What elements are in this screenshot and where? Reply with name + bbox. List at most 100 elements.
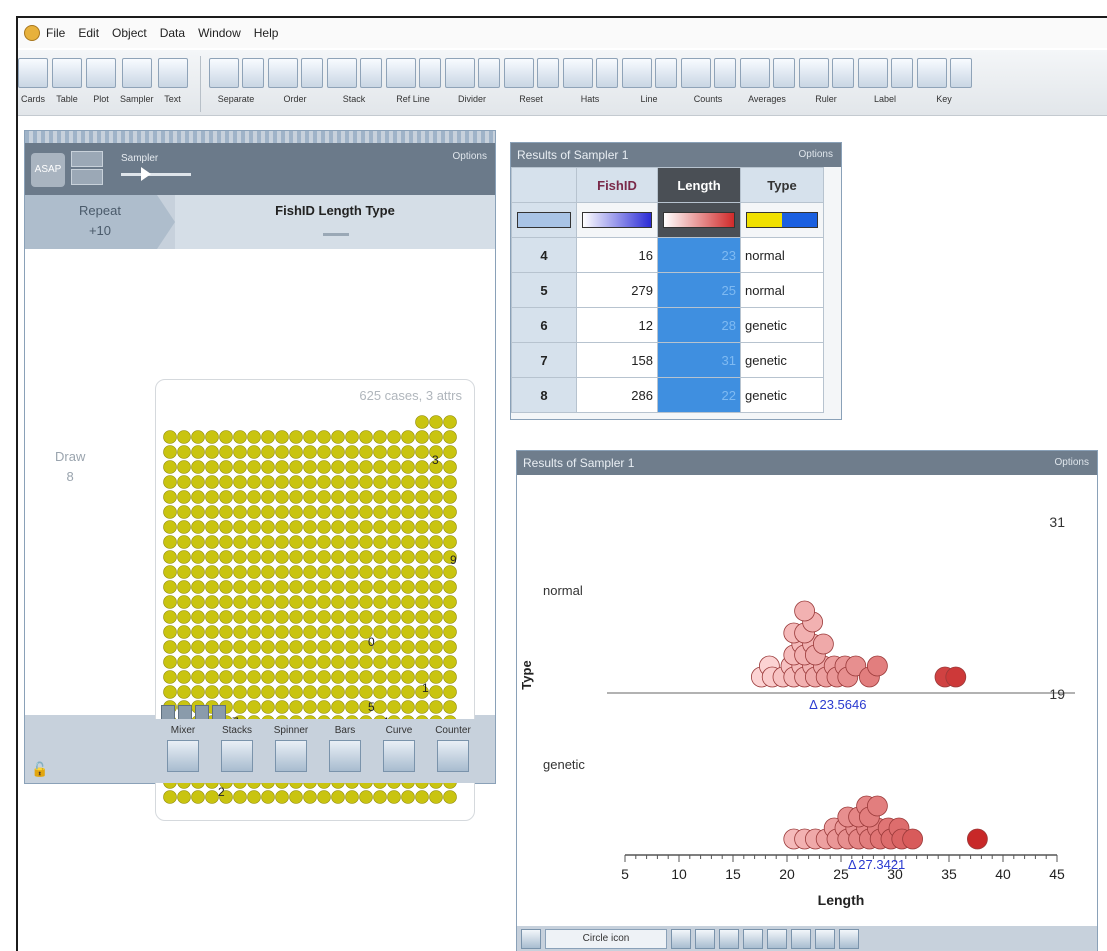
mixer-ball[interactable] — [233, 595, 247, 609]
mixer-ball[interactable] — [331, 520, 345, 534]
mixer-ball[interactable] — [359, 445, 373, 459]
mixer-ball[interactable] — [205, 565, 219, 579]
mixer-ball[interactable] — [373, 535, 387, 549]
mixer-ball[interactable] — [205, 655, 219, 669]
mixer-ball[interactable] — [275, 505, 289, 519]
mixer-ball[interactable] — [415, 430, 429, 444]
mixer-ball[interactable] — [247, 460, 261, 474]
mixer-ball[interactable] — [289, 700, 303, 714]
mixer-ball[interactable] — [205, 490, 219, 504]
mixer-ball[interactable] — [233, 460, 247, 474]
mixer-ball[interactable] — [331, 670, 345, 684]
mixer-ball[interactable] — [415, 490, 429, 504]
fishid-cell[interactable]: 12 — [576, 307, 658, 343]
mixer-ball[interactable] — [331, 655, 345, 669]
mixer-ball[interactable] — [177, 640, 191, 654]
mixer-ball[interactable] — [261, 610, 275, 624]
mixer-ball[interactable] — [219, 655, 233, 669]
mixer-ball[interactable] — [289, 445, 303, 459]
mixer-ball[interactable] — [289, 595, 303, 609]
mixer-ball[interactable] — [303, 505, 317, 519]
plot-tool-button[interactable] — [695, 929, 715, 949]
mixer-ball[interactable] — [177, 580, 191, 594]
mixer-ball[interactable] — [289, 610, 303, 624]
mixer-ball[interactable] — [345, 670, 359, 684]
mixer-ball[interactable] — [205, 670, 219, 684]
device-spinner[interactable]: Spinner — [269, 725, 313, 772]
toolbar-divider-button[interactable]: Divider — [444, 56, 500, 104]
mixer-ball[interactable] — [233, 565, 247, 579]
length-cell[interactable]: 22 — [657, 377, 741, 413]
mixer-ball[interactable] — [163, 670, 177, 684]
mixer-ball[interactable] — [443, 685, 457, 699]
table-row[interactable]: 5 279 25 normal — [511, 272, 824, 308]
mixer-ball[interactable] — [163, 460, 177, 474]
mixer-ball[interactable] — [415, 535, 429, 549]
mixer-ball[interactable] — [247, 595, 261, 609]
type-cell[interactable]: genetic — [740, 342, 824, 378]
mixer-ball[interactable] — [247, 625, 261, 639]
mixer-ball[interactable] — [429, 580, 443, 594]
mixer-ball[interactable] — [359, 670, 373, 684]
mixer-ball[interactable] — [275, 535, 289, 549]
play-button[interactable] — [71, 151, 103, 167]
table-row[interactable]: 4 16 23 normal — [511, 237, 824, 273]
mixer-ball[interactable] — [415, 520, 429, 534]
mixer-ball[interactable] — [177, 535, 191, 549]
mixer-ball[interactable] — [429, 610, 443, 624]
mixer-ball[interactable] — [429, 655, 443, 669]
mixer-ball[interactable] — [275, 580, 289, 594]
mixer-ball[interactable] — [219, 640, 233, 654]
mixer-ball[interactable] — [163, 565, 177, 579]
mixer-ball[interactable] — [205, 505, 219, 519]
mixer-ball[interactable] — [345, 550, 359, 564]
mixer-ball[interactable] — [373, 640, 387, 654]
length-cell[interactable]: 31 — [657, 342, 741, 378]
mixer-ball[interactable] — [303, 580, 317, 594]
mixer-ball[interactable] — [401, 460, 415, 474]
mixer-ball[interactable] — [191, 640, 205, 654]
mixer-ball[interactable] — [429, 520, 443, 534]
mixer-ball[interactable] — [443, 640, 457, 654]
plot-area[interactable]: 5 10 15 20 25 30 35 40 45∆ 23.5646∆ 27.3421normalg… — [517, 475, 1097, 926]
mixer-ball[interactable] — [345, 790, 359, 804]
mixer-ball[interactable] — [359, 520, 373, 534]
mixer-ball[interactable] — [289, 625, 303, 639]
toolbar-reset-button[interactable]: Reset — [503, 56, 559, 104]
mixer-ball[interactable] — [191, 520, 205, 534]
mixer-ball[interactable] — [443, 520, 457, 534]
mixer-ball[interactable] — [429, 535, 443, 549]
mixer-ball[interactable] — [233, 580, 247, 594]
mixer-ball[interactable] — [373, 700, 387, 714]
mixer-ball[interactable] — [289, 565, 303, 579]
toolbar-hats-button[interactable]: Hats — [562, 56, 618, 104]
mixer-ball[interactable] — [191, 460, 205, 474]
mixer-ball[interactable] — [317, 595, 331, 609]
column-header-fishid[interactable]: FishID — [576, 167, 658, 203]
mixer-ball[interactable] — [177, 460, 191, 474]
mixer-ball[interactable] — [387, 565, 401, 579]
mixer-ball[interactable] — [345, 490, 359, 504]
plot-tool-button[interactable] — [815, 929, 835, 949]
mixer-ball[interactable] — [191, 565, 205, 579]
mixer-ball[interactable] — [303, 535, 317, 549]
mixer-ball[interactable] — [387, 610, 401, 624]
mixer-ball[interactable] — [345, 520, 359, 534]
length-cell[interactable]: 28 — [657, 307, 741, 343]
mixer-ball[interactable] — [247, 505, 261, 519]
mixer-ball[interactable] — [261, 550, 275, 564]
mixer-ball[interactable] — [261, 460, 275, 474]
mixer-ball[interactable] — [233, 670, 247, 684]
mixer-ball[interactable] — [331, 445, 345, 459]
mixer-ball[interactable] — [177, 595, 191, 609]
mixer-ball[interactable] — [261, 670, 275, 684]
mixer-ball[interactable] — [387, 700, 401, 714]
mixer-ball[interactable] — [205, 685, 219, 699]
mixer-ball[interactable] — [345, 640, 359, 654]
mixer-ball[interactable] — [345, 685, 359, 699]
mixer-ball[interactable] — [443, 475, 457, 489]
mixer-ball[interactable] — [289, 505, 303, 519]
column-header-length[interactable]: Length — [657, 167, 741, 203]
mixer-ball[interactable] — [401, 550, 415, 564]
mixer-ball[interactable] — [177, 475, 191, 489]
